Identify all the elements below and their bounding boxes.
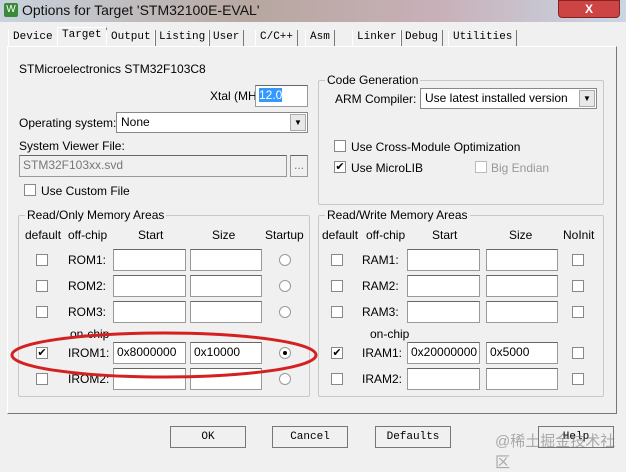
svf-label: System Viewer File: <box>19 139 125 153</box>
close-button[interactable]: X <box>558 0 620 18</box>
ram-size-input[interactable] <box>486 275 558 297</box>
svf-input[interactable]: STM32F103xx.svd <box>19 155 287 177</box>
ram-start-input[interactable] <box>407 368 480 390</box>
ok-button[interactable]: OK <box>170 426 246 448</box>
tab-utilities[interactable]: Utilities <box>448 30 518 46</box>
compiler-label: ARM Compiler: <box>335 92 417 106</box>
ram-start-input[interactable]: 0x20000000 <box>407 342 480 364</box>
noinit-checkbox[interactable] <box>572 254 584 266</box>
ram-row-label: IRAM1: <box>362 346 403 360</box>
ram-header-default: default <box>322 228 359 242</box>
tab-user[interactable]: User <box>208 30 245 46</box>
rom-size-input[interactable] <box>190 249 262 271</box>
ram-row-label: RAM1: <box>362 253 399 267</box>
microlib-checkbox[interactable]: ✔ <box>334 161 346 173</box>
compiler-select[interactable]: Use latest installed version ▼ <box>420 88 597 109</box>
rom-start-input[interactable] <box>113 301 186 323</box>
ram-default-checkbox[interactable]: ✔ <box>331 347 343 359</box>
chevron-down-icon: ▼ <box>579 90 595 107</box>
noinit-checkbox[interactable] <box>572 306 584 318</box>
rom-size-input[interactable] <box>190 301 262 323</box>
os-select[interactable]: None ▼ <box>116 112 308 133</box>
xtal-input[interactable]: 12.0 <box>255 85 308 107</box>
tab-debug[interactable]: Debug <box>400 30 444 46</box>
ram-size-input[interactable] <box>486 249 558 271</box>
ram-row-label: RAM2: <box>362 279 399 293</box>
ram-row-label: RAM3: <box>362 305 399 319</box>
rom-row-label: ROM3: <box>68 305 107 319</box>
startup-radio[interactable] <box>279 280 291 292</box>
ram-default-checkbox[interactable] <box>331 280 343 292</box>
group-title: Read/Write Memory Areas <box>325 208 470 222</box>
ram-default-checkbox[interactable] <box>331 306 343 318</box>
tab-listing[interactable]: Listing <box>154 30 211 46</box>
xtal-value: 12.0 <box>259 88 283 102</box>
ram-size-input[interactable] <box>486 368 558 390</box>
rom-default-checkbox[interactable] <box>36 280 48 292</box>
big-endian-label: Big Endian <box>491 161 550 175</box>
ram-onchip-label: on-chip <box>370 327 410 341</box>
group-title: Code Generation <box>325 73 421 87</box>
ram-row-label: IRAM2: <box>362 372 403 386</box>
cross-module-label: Use Cross-Module Optimization <box>351 140 521 154</box>
tab-target[interactable]: Target <box>57 27 107 47</box>
ram-start-input[interactable] <box>407 249 480 271</box>
noinit-checkbox[interactable] <box>572 347 584 359</box>
ram-header-noinit: NoInit <box>563 228 595 242</box>
window-title: Options for Target 'STM32100E-EVAL' <box>22 2 260 18</box>
ram-header-off-chip: off-chip <box>366 228 406 242</box>
tab-linker[interactable]: Linker <box>352 30 402 46</box>
tab-device[interactable]: Device <box>8 30 58 46</box>
cancel-button[interactable]: Cancel <box>272 426 348 448</box>
watermark: @稀土掘金技术社区 <box>495 433 616 471</box>
custom-file-checkbox[interactable] <box>24 184 36 196</box>
rom-header-start: Start <box>138 228 164 242</box>
rom-header-default: default <box>25 228 62 242</box>
startup-radio[interactable] <box>279 306 291 318</box>
ram-start-input[interactable] <box>407 301 480 323</box>
ram-header-size: Size <box>509 228 533 242</box>
tab-cc[interactable]: C/C++ <box>255 30 299 46</box>
rom-row-label: ROM1: <box>68 253 107 267</box>
rom-size-input[interactable] <box>190 275 262 297</box>
group-title: Read/Only Memory Areas <box>25 208 167 222</box>
os-label: Operating system: <box>19 116 117 130</box>
rom-default-checkbox[interactable] <box>36 254 48 266</box>
red-ellipse-annotation <box>10 331 318 379</box>
ram-size-input[interactable] <box>486 301 558 323</box>
compiler-value: Use latest installed version <box>425 91 568 105</box>
rom-default-checkbox[interactable] <box>36 306 48 318</box>
app-icon: W <box>4 3 18 17</box>
os-value: None <box>121 115 150 129</box>
rom-row-label: ROM2: <box>68 279 107 293</box>
ram-header-start: Start <box>432 228 458 242</box>
ram-default-checkbox[interactable] <box>331 373 343 385</box>
microlib-label: Use MicroLIB <box>351 161 424 175</box>
noinit-checkbox[interactable] <box>572 373 584 385</box>
ram-size-input[interactable]: 0x5000 <box>486 342 558 364</box>
rom-header-size: Size <box>212 228 236 242</box>
big-endian-checkbox[interactable] <box>475 161 487 173</box>
ram-start-input[interactable] <box>407 275 480 297</box>
rom-header-startup: Startup <box>265 228 304 242</box>
device-name: STMicroelectronics STM32F103C8 <box>19 62 206 76</box>
defaults-button[interactable]: Defaults <box>375 426 451 448</box>
startup-radio[interactable] <box>279 254 291 266</box>
tab-asm[interactable]: Asm <box>305 30 335 46</box>
svf-browse-button[interactable]: ... <box>290 155 308 177</box>
chevron-down-icon: ▼ <box>290 114 306 131</box>
rom-start-input[interactable] <box>113 275 186 297</box>
rom-header-off-chip: off-chip <box>68 228 108 242</box>
cross-module-checkbox[interactable] <box>334 140 346 152</box>
ram-default-checkbox[interactable] <box>331 254 343 266</box>
custom-file-label: Use Custom File <box>41 184 130 198</box>
rom-start-input[interactable] <box>113 249 186 271</box>
noinit-checkbox[interactable] <box>572 280 584 292</box>
tab-output[interactable]: Output <box>106 30 156 46</box>
